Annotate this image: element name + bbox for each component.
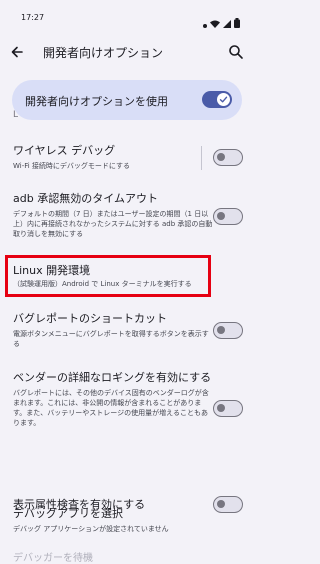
- setting-summary: デバッグ アプリケーションが設定されていません: [13, 525, 169, 533]
- back-arrow-icon[interactable]: [9, 44, 25, 60]
- master-switch-label: 開発者向けオプションを使用: [25, 95, 168, 108]
- setting-wireless-debugging[interactable]: ワイヤレス デバッグ Wi-Fi 接続時にデバッグモードにする: [13, 143, 213, 171]
- vendor-logging-toggle[interactable]: [213, 400, 243, 417]
- app-bar: 開発者向けオプション: [0, 36, 252, 70]
- setting-title: デバッグアプリを選択: [13, 507, 123, 520]
- red-highlight-box: [5, 255, 211, 297]
- next-setting-partial: デバッガーを待機: [13, 553, 93, 564]
- setting-select-debug-app[interactable]: デバッグアプリを選択 デバッグ アプリケーションが設定されていません: [13, 506, 233, 534]
- clipped-text: L: [13, 110, 19, 120]
- adb-timeout-toggle[interactable]: [213, 208, 243, 225]
- signal-icon: [223, 13, 231, 32]
- setting-summary: バグレポートには、その他のデバイス固有のベンダーログが含まれます。これには、非公…: [13, 389, 209, 427]
- setting-summary: Wi-Fi 接続時にデバッグモードにする: [13, 162, 130, 170]
- master-toggle[interactable]: [202, 91, 232, 108]
- search-icon[interactable]: [228, 44, 244, 60]
- setting-adb-authorization-timeout[interactable]: adb 承認無効のタイムアウト デフォルトの期間（7 日）またはユーザー設定の期…: [13, 191, 213, 239]
- setting-title: adb 承認無効のタイムアウト: [13, 192, 158, 205]
- status-time: 17:27: [21, 13, 45, 22]
- check-icon: [219, 96, 228, 103]
- setting-bugreport-shortcut[interactable]: バグレポートのショートカット 電源ボタンメニューにバグレポートを取得するボタンを…: [13, 311, 213, 349]
- toggle-knob: [217, 93, 230, 106]
- setting-title: ベンダーの詳細なロギングを有効にする: [13, 371, 212, 384]
- wireless-debugging-toggle[interactable]: [213, 149, 243, 166]
- wifi-icon: [210, 13, 220, 32]
- divider: [201, 146, 202, 170]
- setting-title: ワイヤレス デバッグ: [13, 144, 116, 157]
- page-title: 開発者向けオプション: [43, 46, 164, 60]
- dot-icon: [203, 13, 207, 32]
- bugreport-shortcut-toggle[interactable]: [213, 322, 243, 339]
- setting-vendor-logging[interactable]: ベンダーの詳細なロギングを有効にする バグレポートには、その他のデバイス固有のベ…: [13, 370, 213, 428]
- setting-summary: デフォルトの期間（7 日）またはユーザー設定の期間（1 日以上）内に再接続されな…: [13, 210, 213, 238]
- battery-icon: [234, 13, 240, 32]
- status-bar: 17:27: [0, 0, 252, 36]
- status-icons: [203, 13, 240, 32]
- developer-options-master-switch[interactable]: 開発者向けオプションを使用: [12, 80, 242, 120]
- setting-summary: 電源ボタンメニューにバグレポートを取得するボタンを表示する: [13, 330, 209, 348]
- setting-title: バグレポートのショートカット: [13, 312, 167, 325]
